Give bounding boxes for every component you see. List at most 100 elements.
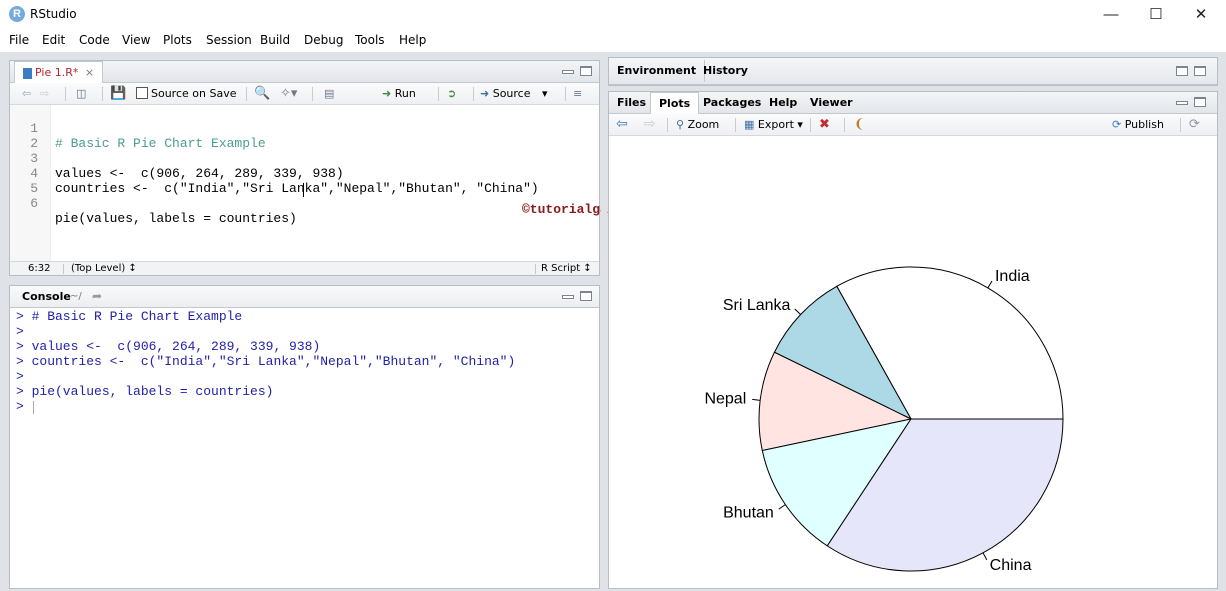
pie-label-tick [982, 552, 988, 561]
maximize-button[interactable]: ☐ [1133, 0, 1179, 30]
minimize-pane-icon[interactable] [562, 295, 574, 299]
toolbar-separator [473, 87, 474, 101]
export-button[interactable]: ▦ Export ▾ [744, 117, 803, 133]
title-bar: R RStudio — ☐ ✕ [0, 0, 1226, 30]
menu-tools[interactable]: Tools [355, 33, 385, 47]
status-separator [63, 264, 64, 274]
source-dropdown-icon[interactable]: ▾ [542, 87, 548, 100]
scope-selector[interactable]: (Top Level) ↕ [71, 262, 137, 275]
pie-label: China [990, 557, 1032, 574]
code-line: countries <- c("India","Sri Lanka","Nepa… [55, 181, 539, 196]
run-button[interactable]: ➜ Run [382, 86, 416, 102]
console-path: ~/ [70, 291, 82, 302]
toolbar-separator [65, 87, 66, 101]
tab-environment[interactable]: Environment [609, 60, 706, 82]
tab-packages[interactable]: Packages [695, 92, 769, 114]
next-plot-icon[interactable]: ⇨ [644, 116, 656, 132]
toolbar-separator [312, 87, 313, 101]
console-line: > pie(values, labels = countries) [16, 384, 274, 399]
tab-history[interactable]: History [695, 60, 756, 82]
maximize-pane-icon[interactable] [580, 291, 592, 301]
tab-plots[interactable]: Plots [650, 92, 700, 114]
zoom-button[interactable]: ⚲ Zoom [676, 117, 719, 133]
menu-build[interactable]: Build [260, 33, 290, 47]
status-separator [535, 264, 536, 274]
restore-pane-icon[interactable] [1194, 97, 1206, 107]
editor-status-bar: 6:32 (Top Level) ↕ R Script ↕ [10, 261, 599, 275]
maximize-pane-icon[interactable] [580, 66, 592, 76]
code-editor[interactable]: 1 # Basic R Pie Chart Example 2 3 values… [10, 105, 678, 261]
tab-viewer[interactable]: Viewer [802, 92, 861, 114]
menu-file[interactable]: File [9, 33, 29, 47]
pie-label: Sri Lanka [723, 297, 791, 314]
save-icon[interactable]: 💾 [110, 86, 126, 102]
pie-chart: India Sri Lanka Nepal Bhutan China [704, 266, 1064, 574]
maximize-pane-icon[interactable] [1194, 66, 1206, 76]
r-file-icon [23, 67, 32, 79]
back-arrow-icon[interactable]: ⇦ [22, 86, 31, 102]
pie-label-tick [752, 398, 761, 401]
menu-session[interactable]: Session [206, 33, 252, 47]
editor-tab-label: Pie 1.R* [35, 66, 79, 79]
export-label: Export ▾ [757, 118, 803, 131]
run-label: Run [394, 87, 416, 100]
restore-pane-icon[interactable] [1176, 66, 1188, 76]
console-pane: Console ~/ ➦ > # Basic R Pie Chart Examp… [9, 285, 600, 589]
toolbar-separator [667, 118, 668, 132]
minimize-pane-icon[interactable] [562, 70, 574, 74]
refresh-icon[interactable]: ⟳ [1189, 117, 1200, 133]
close-tab-icon[interactable]: × [85, 66, 94, 79]
toolbar-separator [246, 87, 247, 101]
code-line: # Basic R Pie Chart Example [55, 136, 266, 151]
publish-label: Publish [1124, 118, 1164, 131]
console-prompt[interactable]: > [16, 399, 32, 414]
document-outline-icon[interactable]: ≡ [573, 86, 582, 102]
menu-code[interactable]: Code [79, 33, 110, 47]
export-icon: ▦ [744, 118, 755, 131]
show-in-window-icon[interactable]: ◫ [76, 86, 86, 102]
console-line: > # Basic R Pie Chart Example [16, 309, 243, 324]
clear-plots-broom-icon[interactable]: ❨ [854, 117, 865, 133]
pie-label: Bhutan [723, 504, 774, 521]
console-output[interactable]: > # Basic R Pie Chart Example > > values… [10, 308, 599, 588]
zoom-icon: ⚲ [676, 118, 685, 131]
pie-label-tick [794, 308, 801, 315]
publish-button[interactable]: ⟳ Publish [1112, 117, 1164, 133]
tab-help[interactable]: Help [761, 92, 805, 114]
compile-report-icon[interactable]: ▤ [324, 86, 334, 102]
tab-pie-r[interactable]: Pie 1.R* × [14, 61, 104, 83]
menu-plots[interactable]: Plots [163, 33, 192, 47]
menu-bar: File Edit Code View Plots Session Build … [0, 30, 1226, 52]
console-cursor [33, 401, 34, 414]
code-tools-wand-icon[interactable]: ✧▾ [280, 86, 297, 102]
filetype-selector[interactable]: R Script ↕ [541, 262, 592, 275]
toolbar-separator [102, 87, 103, 101]
go-to-directory-icon[interactable]: ➦ [92, 289, 102, 303]
menu-debug[interactable]: Debug [304, 33, 343, 47]
plots-toolbar: ⇦ ⇨ ⚲ Zoom ▦ Export ▾ ✖ ❨ ⟳ Publish ⟳ [609, 114, 1217, 136]
minimize-pane-icon[interactable] [1176, 101, 1188, 105]
menu-view[interactable]: View [122, 33, 150, 47]
remove-plot-icon[interactable]: ✖ [819, 117, 830, 133]
toolbar-separator [810, 118, 811, 132]
menu-edit[interactable]: Edit [42, 33, 65, 47]
source-label: Source [492, 87, 531, 100]
source-on-save-checkbox[interactable]: Source on Save [136, 86, 236, 102]
pie-label-tick [987, 280, 993, 289]
toolbar-separator [735, 118, 736, 132]
vertical-splitter[interactable] [601, 52, 607, 589]
source-button[interactable]: ➜ Source ▾ [480, 86, 548, 102]
forward-arrow-icon[interactable]: ⇨ [40, 86, 49, 102]
minimize-button[interactable]: — [1088, 0, 1134, 30]
pie-label: India [995, 268, 1030, 285]
find-replace-icon[interactable]: 🔍 [254, 86, 270, 102]
tab-files[interactable]: Files [609, 92, 654, 114]
previous-plot-icon[interactable]: ⇦ [616, 116, 628, 132]
close-window-button[interactable]: ✕ [1178, 0, 1224, 30]
source-on-save-label: Source on Save [151, 87, 237, 100]
menu-help[interactable]: Help [399, 33, 426, 47]
text-cursor [303, 183, 304, 197]
publish-icon: ⟳ [1112, 118, 1122, 131]
rerun-icon[interactable]: ➲ [447, 86, 456, 102]
editor-toolbar: ⇦ ⇨ ◫ 💾 Source on Save 🔍 ✧▾ ▤ ➜ Run ➲ ➜ … [10, 83, 599, 105]
